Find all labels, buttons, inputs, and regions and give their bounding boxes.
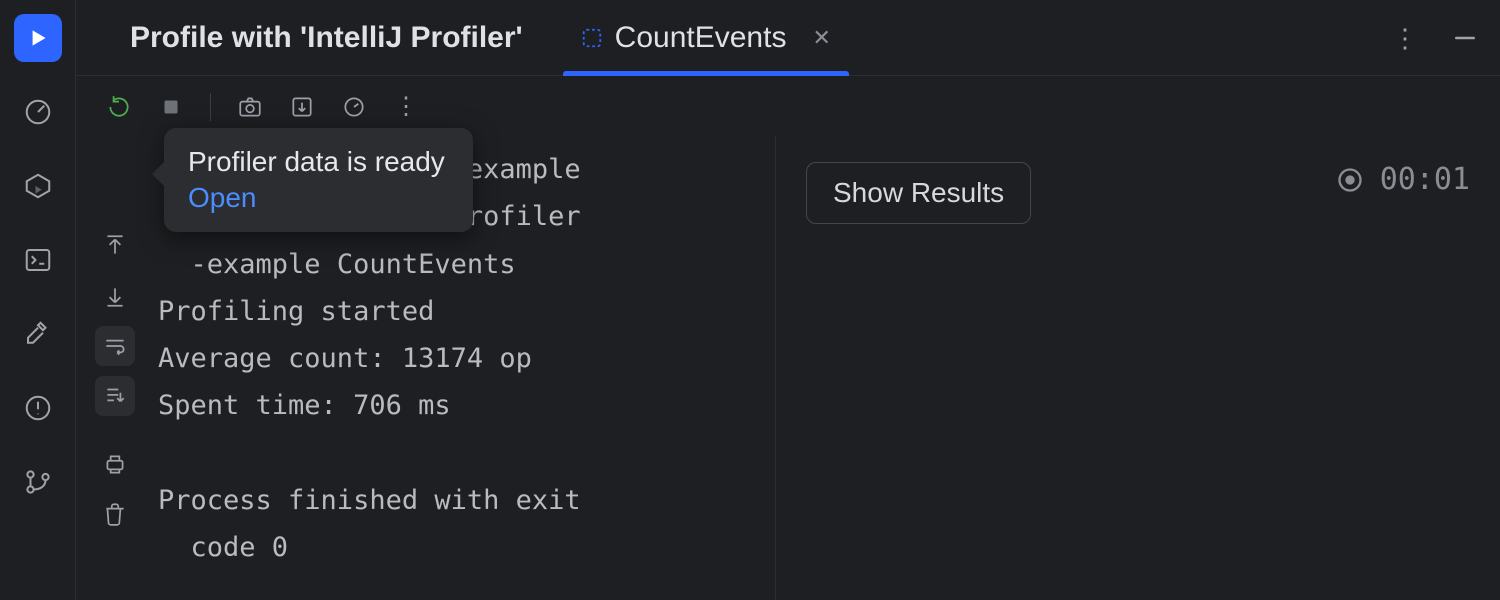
capture-snapshot-icon[interactable] [231, 88, 269, 126]
console-gutter [76, 136, 154, 600]
toolbar-more-icon[interactable]: ⋮ [387, 88, 425, 126]
rerun-icon[interactable] [100, 88, 138, 126]
scroll-to-end-icon[interactable] [95, 376, 135, 416]
run-tool-window-icon[interactable] [14, 14, 62, 62]
record-indicator-icon [1336, 166, 1364, 194]
profiler-ready-notification: Profiler data is ready Open [164, 128, 473, 232]
scroll-down-icon[interactable] [95, 276, 135, 316]
terminal-icon[interactable] [14, 236, 62, 284]
problems-icon[interactable] [14, 384, 62, 432]
show-results-button[interactable]: Show Results [806, 162, 1031, 224]
profiler-gauge-icon[interactable] [14, 88, 62, 136]
hide-tool-window-icon[interactable] [1450, 23, 1480, 53]
run-config-badge-icon [581, 27, 603, 49]
scroll-up-icon[interactable] [95, 226, 135, 266]
soft-wrap-icon[interactable] [95, 326, 135, 366]
timer-value: 00:01 [1380, 162, 1470, 197]
build-hammer-icon[interactable] [14, 310, 62, 358]
profiler-results-panel: Show Results 00:01 [776, 136, 1500, 600]
vcs-branch-icon[interactable] [14, 458, 62, 506]
activity-bar [0, 0, 76, 600]
tool-window-title: Profile with 'IntelliJ Profiler' [130, 21, 523, 55]
clear-all-icon[interactable] [95, 494, 135, 534]
tab-countevents[interactable]: CountEvents ✕ [559, 0, 853, 76]
notification-title: Profiler data is ready [188, 146, 445, 178]
recording-timer: 00:01 [1336, 162, 1470, 197]
print-icon[interactable] [95, 444, 135, 484]
attach-profiler-icon[interactable] [335, 88, 373, 126]
more-options-icon[interactable]: ⋮ [1390, 23, 1420, 53]
notification-open-link[interactable]: Open [188, 182, 445, 214]
close-tab-icon[interactable]: ✕ [812, 25, 830, 51]
tab-label: CountEvents [615, 21, 787, 55]
services-icon[interactable] [14, 162, 62, 210]
run-toolbar: ⋮ [76, 76, 1500, 136]
stop-icon[interactable] [152, 88, 190, 126]
tool-window-tab-bar: Profile with 'IntelliJ Profiler' CountEv… [76, 0, 1500, 76]
export-icon[interactable] [283, 88, 321, 126]
